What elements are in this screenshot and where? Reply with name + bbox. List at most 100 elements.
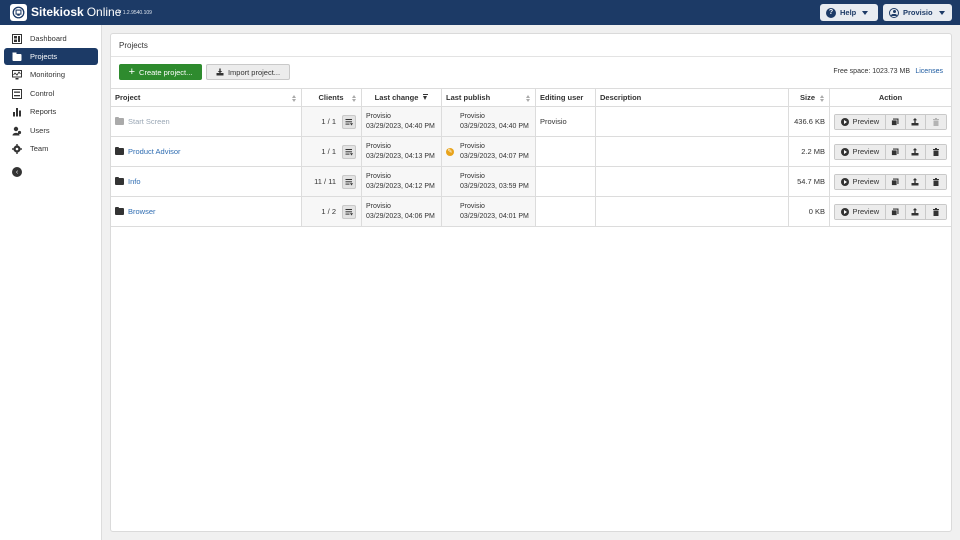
play-icon xyxy=(840,147,849,156)
export-button[interactable] xyxy=(905,114,926,129)
sidebar-item-reports[interactable]: Reports xyxy=(4,103,98,120)
last-change-cell: Provisio 03/29/2023, 04:40 PM xyxy=(362,107,442,136)
column-header-description: Description xyxy=(596,89,789,106)
export-icon xyxy=(911,117,919,125)
sort-icon xyxy=(292,95,296,102)
publish-user: Provisio xyxy=(460,202,485,210)
divider xyxy=(111,56,951,57)
action-cell: Preview xyxy=(830,107,951,136)
preview-button[interactable]: Preview xyxy=(835,114,886,129)
export-button[interactable] xyxy=(905,144,926,159)
column-label: Size xyxy=(799,93,815,102)
preview-button[interactable]: Preview xyxy=(835,204,886,219)
team-icon xyxy=(12,143,22,154)
preview-button[interactable]: Preview xyxy=(835,174,886,189)
user-menu-button[interactable]: Provisio xyxy=(883,4,952,21)
trash-icon xyxy=(932,147,939,156)
import-project-label: Import project... xyxy=(227,67,281,77)
change-user: Provisio xyxy=(366,112,391,120)
copy-button[interactable] xyxy=(885,204,906,219)
brand-suffix: Online xyxy=(86,5,122,19)
control-icon xyxy=(12,88,22,99)
preview-label: Preview xyxy=(852,117,880,126)
export-icon xyxy=(911,207,919,215)
copy-button[interactable] xyxy=(885,114,906,129)
client-list-button[interactable] xyxy=(342,144,356,159)
size-cell: 0 KB xyxy=(789,197,830,226)
last-publish-cell: Provisio 03/29/2023, 04:40 PM xyxy=(442,107,536,136)
export-button[interactable] xyxy=(905,204,926,219)
preview-label: Preview xyxy=(852,147,880,156)
copy-button[interactable] xyxy=(885,144,906,159)
delete-button[interactable] xyxy=(925,114,946,129)
chevron-down-icon xyxy=(862,10,869,15)
sidebar-item-label: Projects xyxy=(30,52,58,61)
copy-button[interactable] xyxy=(885,174,906,189)
delete-button[interactable] xyxy=(925,204,946,219)
change-date: 03/29/2023, 04:06 PM xyxy=(366,212,435,220)
sidebar-item-control[interactable]: Control xyxy=(4,85,98,102)
project-link[interactable]: Browser xyxy=(128,207,156,216)
clients-count: 1 / 2 xyxy=(321,207,336,216)
list-icon xyxy=(345,118,353,125)
sidebar-item-monitoring[interactable]: Monitoring xyxy=(4,66,98,83)
clients-cell: 1 / 1 xyxy=(302,107,362,136)
preview-button[interactable]: Preview xyxy=(835,144,886,159)
client-list-button[interactable] xyxy=(342,174,356,189)
projects-icon xyxy=(12,52,22,62)
column-header-size[interactable]: Size xyxy=(789,89,830,106)
trash-icon xyxy=(932,207,939,216)
export-button[interactable] xyxy=(905,174,926,189)
import-project-button[interactable]: Import project... xyxy=(206,64,290,80)
clients-cell: 11 / 11 xyxy=(302,167,362,196)
user-label: Provisio xyxy=(903,8,933,17)
trash-icon xyxy=(932,177,939,186)
project-cell: Browser xyxy=(111,197,302,226)
publish-user: Provisio xyxy=(460,142,485,150)
users-icon xyxy=(12,126,22,136)
sidebar-item-team[interactable]: Team xyxy=(4,140,98,157)
client-list-button[interactable] xyxy=(342,114,356,129)
collapse-sidebar-icon[interactable]: ‹ xyxy=(12,167,22,177)
column-header-clients[interactable]: Clients xyxy=(302,89,362,106)
change-user: Provisio xyxy=(366,172,391,180)
column-header-project[interactable]: Project xyxy=(111,89,302,106)
clients-cell: 1 / 2 xyxy=(302,197,362,226)
project-cell: Info xyxy=(111,167,302,196)
project-link[interactable]: Start Screen xyxy=(128,117,170,126)
description-cell xyxy=(596,107,789,136)
sidebar-item-projects[interactable]: Projects xyxy=(4,48,98,65)
help-button[interactable]: ? Help xyxy=(820,4,878,21)
last-change-cell: Provisio 03/29/2023, 04:13 PM xyxy=(362,137,442,166)
copy-icon xyxy=(891,178,899,186)
plus-icon: + xyxy=(128,65,136,78)
projects-panel: Projects + Create project... Import proj… xyxy=(110,33,952,532)
column-label: Last publish xyxy=(446,93,491,102)
client-list-button[interactable] xyxy=(342,204,356,219)
delete-button[interactable] xyxy=(925,144,946,159)
last-change-cell: Provisio 03/29/2023, 04:12 PM xyxy=(362,167,442,196)
licenses-link[interactable]: Licenses xyxy=(915,68,943,75)
column-header-last-change[interactable]: Last change xyxy=(362,89,442,106)
preview-label: Preview xyxy=(852,177,880,186)
list-icon xyxy=(345,148,353,155)
editing-user-cell xyxy=(536,197,596,226)
project-link[interactable]: Product Advisor xyxy=(128,147,181,156)
sort-icon xyxy=(352,95,356,102)
publish-date: 03/29/2023, 04:40 PM xyxy=(460,122,529,130)
column-label: Last change xyxy=(374,93,419,102)
folder-icon xyxy=(115,206,124,215)
project-link[interactable]: Info xyxy=(128,177,141,186)
sidebar-item-users[interactable]: Users xyxy=(4,122,98,139)
delete-button[interactable] xyxy=(925,174,946,189)
monitoring-icon xyxy=(12,69,22,80)
sidebar-item-dashboard[interactable]: Dashboard xyxy=(4,30,98,47)
help-icon: ? xyxy=(826,7,836,18)
list-icon xyxy=(345,208,353,215)
size-cell: 2.2 MB xyxy=(789,137,830,166)
copy-icon xyxy=(891,148,899,156)
column-header-last-publish[interactable]: Last publish xyxy=(442,89,536,106)
folder-icon xyxy=(115,176,124,185)
create-project-button[interactable]: + Create project... xyxy=(119,64,202,80)
reports-icon xyxy=(12,107,22,117)
